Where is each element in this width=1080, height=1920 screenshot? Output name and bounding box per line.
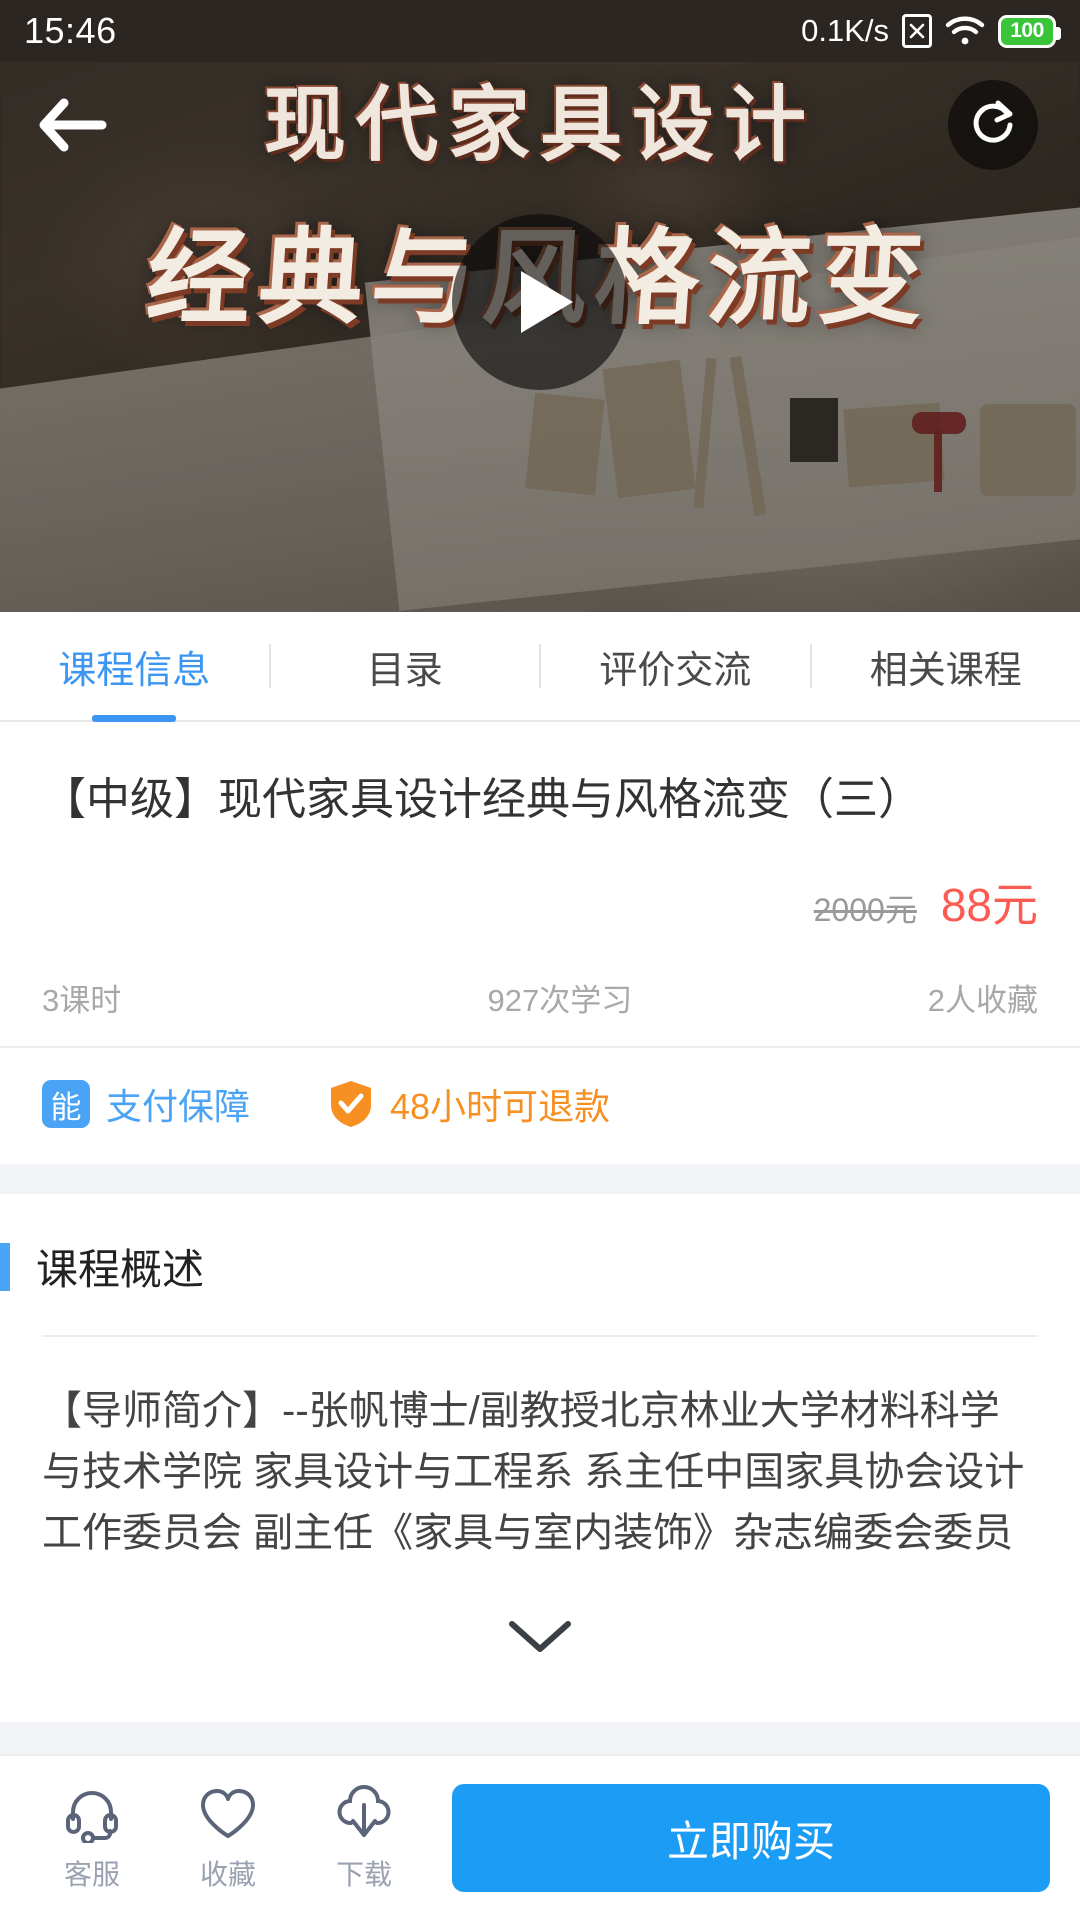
cloud-download-icon — [333, 1783, 395, 1845]
favorite-label: 收藏 — [199, 1859, 256, 1890]
customer-service-label: 客服 — [63, 1859, 120, 1890]
status-bar: 15:46 0.1K/s 100 — [0, 0, 1080, 62]
tab-related-courses[interactable]: 相关课程 — [812, 612, 1080, 720]
tab-label: 评价交流 — [599, 649, 752, 692]
status-indicators: 0.1K/s 100 — [801, 13, 1061, 49]
refund-badge[interactable]: 48小时可退款 — [328, 1078, 610, 1130]
tab-course-info[interactable]: 课程信息 — [0, 612, 269, 720]
overview-body: 【导师简介】--张帆博士/副教授北京林业大学材料科学与技术学院 家具设计与工程系… — [42, 1389, 1025, 1555]
overview-header: 课程概述 — [0, 1194, 1080, 1335]
headset-icon — [61, 1783, 123, 1845]
wifi-icon — [945, 16, 985, 46]
price-row: 2000元 88元 — [0, 829, 1080, 935]
tab-catalog[interactable]: 目录 — [271, 612, 540, 720]
payment-guarantee-badge[interactable]: 能 支付保障 — [42, 1078, 250, 1130]
back-arrow-icon — [39, 98, 107, 152]
tab-label: 课程信息 — [58, 649, 211, 692]
course-info-block: 【中级】现代家具设计经典与风格流变（三） 2000元 88元 3课时 927次学… — [0, 722, 1080, 1694]
chevron-down-icon — [509, 1620, 571, 1652]
section-gap — [0, 1164, 1080, 1195]
course-detail-screen: 现代家具设计 经典与风格流变 15:46 0.1K/s — [0, 0, 1080, 1920]
overview-title: 课程概述 — [36, 1246, 205, 1294]
share-refresh-icon — [973, 100, 1013, 143]
network-speed: 0.1K/s — [801, 13, 889, 48]
battery-level: 100 — [1010, 19, 1044, 42]
heart-icon — [197, 1783, 259, 1845]
course-title: 【中级】现代家具设计经典与风格流变（三） — [42, 775, 922, 824]
stat-favorites: 2人收藏 — [927, 983, 1038, 1019]
download-label: 下载 — [335, 1859, 392, 1890]
neng-icon: 能 — [42, 1080, 90, 1129]
tab-reviews[interactable]: 评价交流 — [541, 612, 810, 720]
expand-overview-button[interactable] — [0, 1564, 1080, 1694]
refund-label: 48小时可退款 — [390, 1086, 611, 1128]
stat-learners: 927次学习 — [487, 983, 633, 1019]
current-price: 88元 — [940, 879, 1038, 932]
share-button[interactable] — [948, 80, 1038, 170]
back-button[interactable] — [36, 88, 110, 162]
battery-icon: 100 — [998, 14, 1061, 48]
buy-now-button[interactable]: 立即购买 — [452, 1784, 1050, 1892]
download-button[interactable]: 下载 — [296, 1783, 432, 1893]
bottom-action-bar: 客服 收藏 下载 立即购买 — [0, 1754, 1080, 1920]
play-icon — [521, 271, 573, 333]
section-accent-bar — [0, 1242, 10, 1291]
course-overview-section: 课程概述 【导师简介】--张帆博士/副教授北京林业大学材料科学与技术学院 家具设… — [0, 1194, 1080, 1694]
customer-service-button[interactable]: 客服 — [24, 1783, 160, 1893]
course-video-banner[interactable]: 现代家具设计 经典与风格流变 — [0, 0, 1080, 612]
shield-check-icon — [328, 1079, 374, 1129]
tab-label: 目录 — [366, 649, 443, 692]
original-price: 2000元 — [813, 892, 917, 929]
tab-label: 相关课程 — [869, 649, 1022, 692]
status-time: 15:46 — [24, 10, 117, 51]
course-stats-row: 3课时 927次学习 2人收藏 — [0, 935, 1080, 1049]
stat-lessons: 3课时 — [42, 983, 122, 1019]
favorite-button[interactable]: 收藏 — [160, 1783, 296, 1893]
sim-card-x-icon — [902, 14, 932, 48]
guarantee-badges: 能 支付保障 48小时可退款 — [0, 1048, 1080, 1164]
course-tabs: 课程信息 目录 评价交流 相关课程 — [0, 612, 1080, 722]
play-button[interactable] — [452, 214, 628, 390]
payment-guarantee-label: 支付保障 — [106, 1086, 251, 1128]
bottom-bar-gap — [0, 1722, 1080, 1754]
